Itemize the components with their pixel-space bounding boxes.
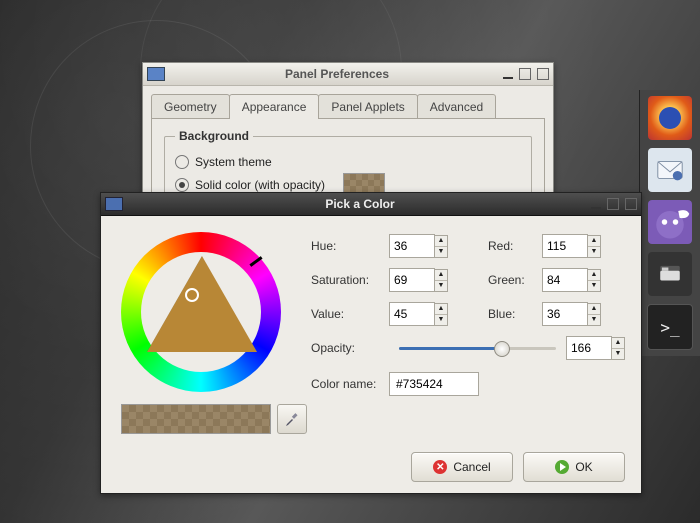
cancel-label: Cancel [453,460,490,474]
input-saturation[interactable] [389,268,435,292]
input-hue[interactable] [389,234,435,258]
window-app-icon [105,197,123,211]
ok-icon [555,460,569,474]
dock-file-manager-icon[interactable] [648,252,692,296]
val-down[interactable]: ▼ [435,315,447,325]
label-value: Value: [311,307,389,321]
tab-geometry[interactable]: Geometry [151,94,230,119]
input-opacity[interactable] [566,336,612,360]
label-red: Red: [488,239,542,253]
op-up[interactable]: ▲ [612,338,624,349]
opacity-thumb[interactable] [494,341,510,357]
hue-down[interactable]: ▼ [435,247,447,257]
cancel-button[interactable]: ✕ Cancel [411,452,513,482]
minimize-button[interactable] [591,202,601,209]
dock-terminal-icon[interactable]: >_ [647,304,693,350]
input-value[interactable] [389,302,435,326]
background-legend: Background [175,129,253,143]
color-picker-title: Pick a Color [129,197,591,211]
dock-mail-icon[interactable] [648,148,692,192]
tab-advanced[interactable]: Advanced [417,94,496,119]
maximize-button[interactable] [519,68,531,80]
label-color-name: Color name: [311,377,389,391]
cancel-icon: ✕ [433,460,447,474]
panel-prefs-title: Panel Preferences [171,67,503,81]
sat-up[interactable]: ▲ [435,270,447,281]
eyedropper-button[interactable] [277,404,307,434]
blue-up[interactable]: ▲ [588,304,600,315]
green-down[interactable]: ▼ [588,281,600,291]
color-fields: Hue: ▲▼ Red: ▲▼ Saturation: ▲▼ Green: ▲▼… [311,234,625,406]
label-blue: Blue: [488,307,542,321]
minimize-button[interactable] [503,72,513,79]
dock-pidgin-icon[interactable] [648,200,692,244]
panel-prefs-titlebar[interactable]: Panel Preferences [143,63,553,86]
opacity-slider[interactable] [399,339,556,357]
ok-label: OK [575,460,592,474]
input-blue[interactable] [542,302,588,326]
dock: >_ [639,90,700,356]
input-red[interactable] [542,234,588,258]
radio-solid-color[interactable] [175,178,189,192]
tab-bar: Geometry Appearance Panel Applets Advanc… [143,86,553,119]
color-picker-dialog: Pick a Color Hue: ▲▼ Red: ▲▼ Satur [100,192,642,494]
color-picker-titlebar[interactable]: Pick a Color [101,193,641,216]
green-up[interactable]: ▲ [588,270,600,281]
sat-down[interactable]: ▼ [435,281,447,291]
radio-system-theme[interactable] [175,155,189,169]
label-system-theme: System theme [195,155,272,169]
input-color-name[interactable] [389,372,479,396]
label-saturation: Saturation: [311,273,389,287]
label-opacity: Opacity: [311,341,389,355]
window-app-icon [147,67,165,81]
val-up[interactable]: ▲ [435,304,447,315]
close-button[interactable] [537,68,549,80]
hue-up[interactable]: ▲ [435,236,447,247]
blue-down[interactable]: ▼ [588,315,600,325]
triangle-picker-dot[interactable] [185,288,199,302]
close-button[interactable] [625,198,637,210]
label-hue: Hue: [311,239,389,253]
tab-panel-applets[interactable]: Panel Applets [318,94,417,119]
maximize-button[interactable] [607,198,619,210]
tab-appearance[interactable]: Appearance [229,94,320,119]
input-green[interactable] [542,268,588,292]
label-green: Green: [488,273,542,287]
op-down[interactable]: ▼ [612,349,624,359]
label-solid-color: Solid color (with opacity) [195,178,325,192]
ok-button[interactable]: OK [523,452,625,482]
dock-firefox-icon[interactable] [648,96,692,140]
red-down[interactable]: ▼ [588,247,600,257]
red-up[interactable]: ▲ [588,236,600,247]
color-preview-swatch [121,404,271,434]
